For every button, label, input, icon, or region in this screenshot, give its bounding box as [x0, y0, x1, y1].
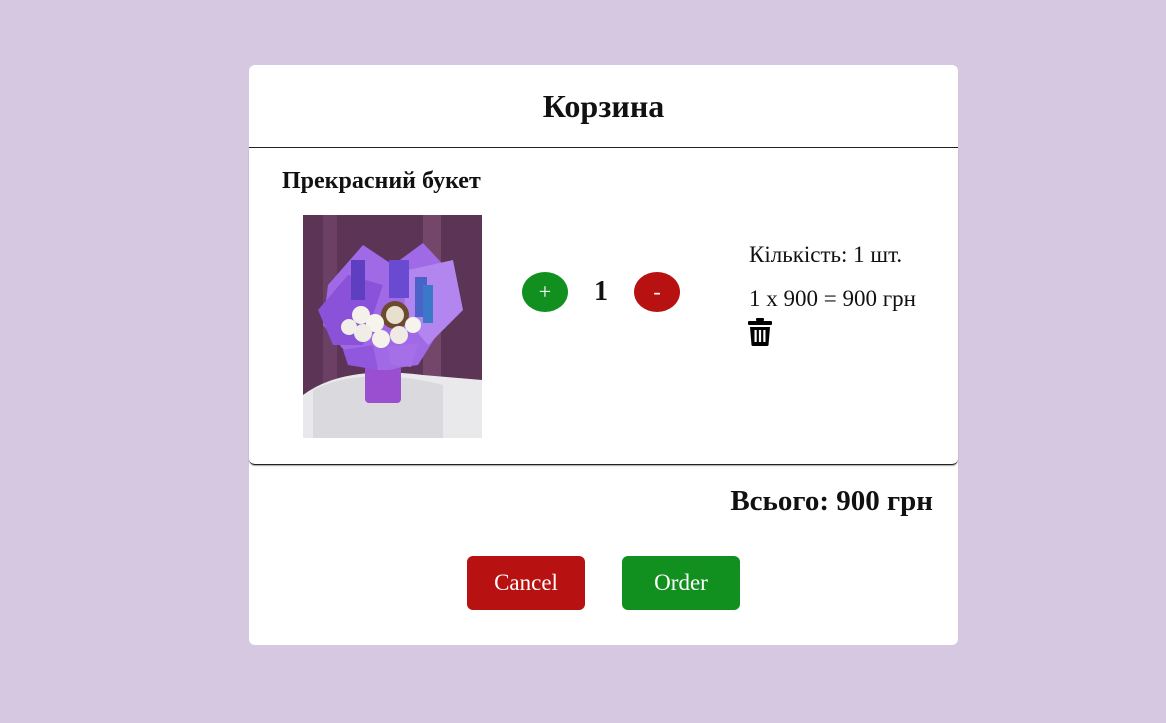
modal-title: Корзина [542, 87, 665, 124]
total-amount: Всього: 900 грн [730, 485, 933, 517]
order-button[interactable]: Order [622, 556, 740, 610]
quantity-text: Кількість: 1 шт. [749, 242, 903, 267]
increase-quantity-button[interactable]: + [522, 272, 568, 312]
decrease-quantity-button[interactable]: - [634, 272, 680, 312]
price-text: 1 x 900 = 900 грн [749, 286, 916, 311]
modal-header: Корзина [249, 65, 958, 148]
product-image [303, 215, 482, 438]
cart-item: Прекрасний букет + 1 - Кількість: 1 шт. … [249, 148, 958, 465]
item-name: Прекрасний букет [282, 168, 481, 194]
item-info: Кількість: 1 шт. 1 x 900 = 900 грн [749, 233, 916, 321]
cancel-button[interactable]: Cancel [467, 556, 585, 610]
cart-modal: Корзина Прекрасний букет + 1 - Кількість… [249, 65, 958, 645]
quantity-value: 1 [594, 276, 608, 307]
trash-icon[interactable] [748, 318, 772, 346]
